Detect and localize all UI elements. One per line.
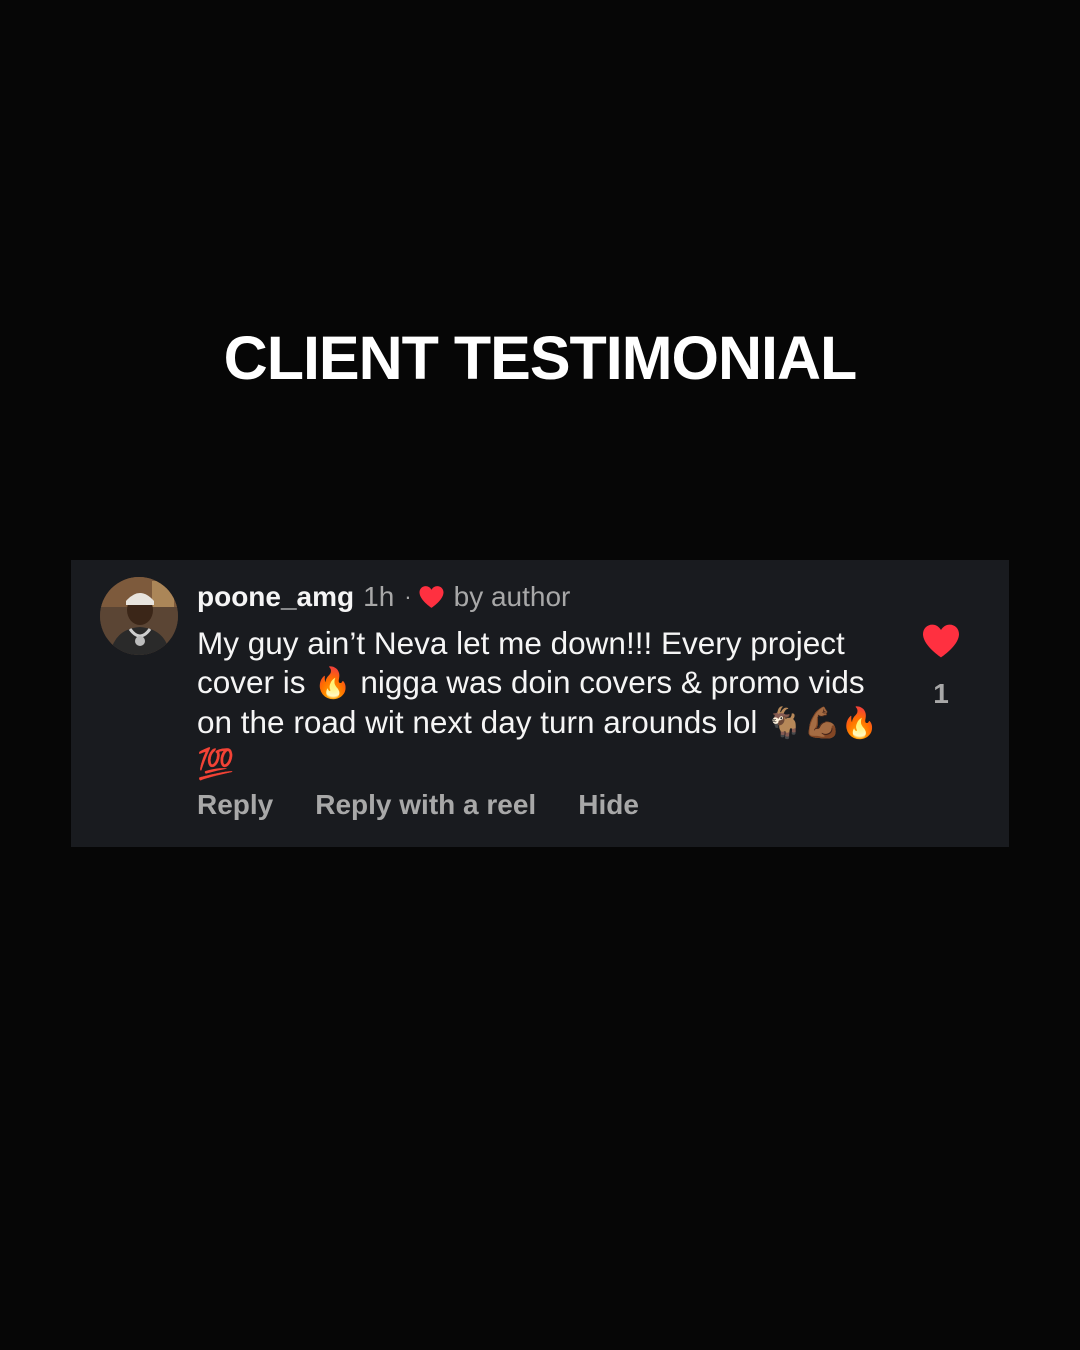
fire-emoji: 🔥 bbox=[314, 665, 352, 701]
comment-meta: poone_amg 1h · by author bbox=[197, 579, 570, 615]
reply-with-reel-button[interactable]: Reply with a reel bbox=[315, 789, 536, 821]
meta-separator: · bbox=[404, 584, 412, 609]
avatar-photo-icon bbox=[100, 577, 178, 655]
heart-icon bbox=[419, 586, 444, 608]
liked-by-author-label: by author bbox=[453, 581, 571, 612]
like-count: 1 bbox=[933, 678, 949, 709]
hide-button[interactable]: Hide bbox=[578, 789, 639, 821]
comment-body: My guy ain’t Neva let me down!!! Every p… bbox=[197, 624, 897, 784]
comment-card: poone_amg 1h · by author My guy ain’t Ne… bbox=[71, 560, 1009, 847]
page-title: CLIENT TESTIMONIAL bbox=[223, 324, 858, 392]
like-heart-icon[interactable] bbox=[921, 623, 961, 659]
comment-time: 1h bbox=[363, 581, 395, 612]
comment-actions: Reply Reply with a reel Hide bbox=[197, 789, 639, 821]
username-link[interactable]: poone_amg bbox=[197, 581, 354, 613]
reply-button[interactable]: Reply bbox=[197, 789, 273, 821]
avatar[interactable] bbox=[100, 577, 178, 655]
testimonial-page: CLIENT TESTIMONIAL poone_amg 1h · by aut… bbox=[0, 0, 1080, 1350]
